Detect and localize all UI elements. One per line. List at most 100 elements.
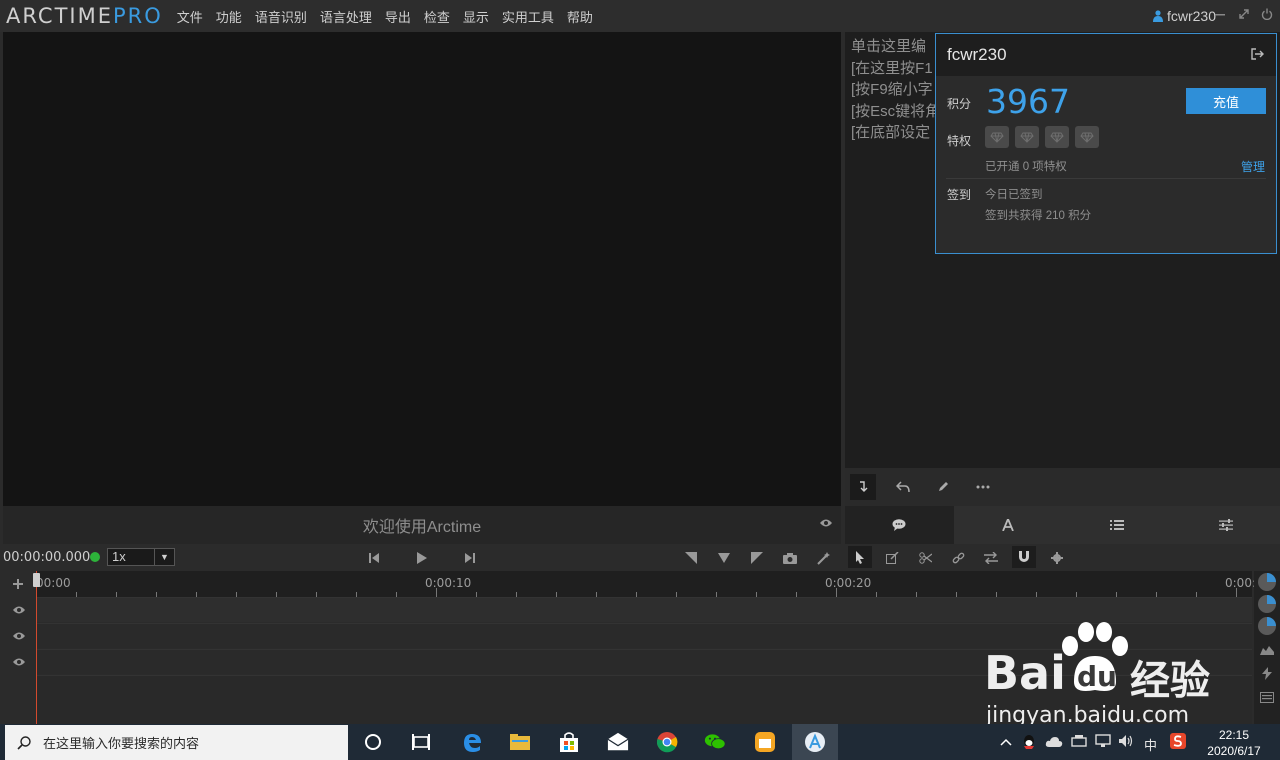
waveform-icon[interactable] [1260,643,1274,655]
menu-language-processing[interactable]: 语言处理 [320,7,372,26]
right-panel-tabs [845,506,1280,544]
previous-button[interactable] [365,549,383,567]
time-ruler[interactable]: 00:00 0:00:10 0:00:20 0:00: [36,571,1256,597]
mail-icon[interactable] [607,731,629,753]
menu-speech-recognition[interactable]: 语音识别 [255,7,307,26]
undo-icon [896,481,910,493]
chevron-up-icon[interactable] [1000,738,1012,746]
next-button[interactable] [461,549,479,567]
edge-icon[interactable] [461,731,483,753]
welcome-text: 欢迎使用Arctime [362,519,482,536]
mark-in-button[interactable] [682,549,700,567]
cut-tool-button[interactable] [916,549,934,567]
tab-subtitles[interactable] [845,506,954,544]
eye-icon[interactable] [12,605,26,615]
minimize-icon[interactable] [1214,8,1226,23]
wechat-icon[interactable] [704,731,726,753]
system-clock[interactable]: 22:15 2020/6/17 [1204,727,1264,759]
eye-icon[interactable] [12,631,26,641]
panel-icon[interactable] [1260,692,1274,703]
app-orange-icon[interactable] [754,731,776,753]
more-button[interactable] [970,474,996,500]
device-icon[interactable] [1071,734,1087,748]
menu-tools[interactable]: 实用工具 [502,7,554,26]
dial-icon[interactable] [1258,595,1276,613]
skip-back-icon [369,553,379,563]
qq-icon[interactable] [1022,734,1036,750]
taskbar-arctime-active[interactable] [792,724,838,760]
snap-button[interactable] [1012,546,1036,568]
menu-display[interactable]: 显示 [463,7,489,26]
file-explorer-icon[interactable] [509,731,531,753]
ruler-label: 00:00 [36,576,71,590]
track-row[interactable] [36,597,1252,622]
points-label: 积分 [947,97,972,111]
menu-check[interactable]: 检查 [424,7,450,26]
eye-icon[interactable] [12,657,26,667]
dial-icon[interactable] [1258,573,1276,591]
magnet-icon [1019,551,1029,562]
undo-button[interactable] [890,474,916,500]
eye-icon[interactable] [819,518,833,528]
user-account-button[interactable]: fcwr230 [1152,8,1216,24]
maximize-icon[interactable] [1238,8,1250,23]
cortana-icon[interactable] [362,731,384,753]
sliders-icon [1218,519,1233,531]
marker-button[interactable] [715,549,733,567]
snapshot-button[interactable] [781,549,799,567]
video-preview[interactable] [3,32,841,506]
cloud-icon[interactable] [1045,736,1063,748]
arctime-icon [805,732,825,752]
taskbar-search[interactable]: 在这里输入你要搜索的内容 [5,725,348,760]
logout-icon[interactable] [1251,48,1264,60]
import-icon [860,481,868,492]
power-icon[interactable] [1261,8,1273,23]
store-icon[interactable] [558,731,580,753]
speed-value: 1x [112,549,126,564]
task-view-icon[interactable] [410,731,432,753]
dial-icon[interactable] [1258,617,1276,635]
tab-settings[interactable] [1171,506,1280,544]
chevron-down-icon: ▼ [154,549,174,565]
settings-button[interactable] [1048,549,1066,567]
recharge-button[interactable]: 充值 [1186,88,1266,114]
select-tool-button[interactable] [848,546,872,568]
timeline-side-tools [1254,571,1280,724]
add-track-icon[interactable] [13,579,23,589]
volume-icon[interactable] [1118,734,1134,748]
chrome-icon[interactable] [656,731,678,753]
status-indicator [90,552,100,562]
play-button[interactable] [413,549,431,567]
manage-link[interactable]: 管理 [1241,158,1265,175]
playhead-handle[interactable] [33,573,40,587]
playhead[interactable] [36,571,37,724]
menu-export[interactable]: 导出 [385,7,411,26]
swap-tool-button[interactable] [982,549,1000,567]
logo-pro: PRO [112,4,163,28]
edit-button[interactable] [930,474,956,500]
tab-list[interactable] [1063,506,1172,544]
mark-out-button[interactable] [748,549,766,567]
tab-font-style[interactable] [954,506,1063,544]
main-menu: 文件 功能 语音识别 语言处理 导出 检查 显示 实用工具 帮助 [177,7,606,26]
playback-speed-select[interactable]: 1x ▼ [107,548,175,566]
privilege-status: 已开通 0 项特权 [985,161,1067,173]
ime-indicator[interactable]: 中 [1144,735,1157,754]
track-controls [4,571,34,724]
timecode: 00:00:00.000 [3,550,91,565]
edit-tool-button[interactable] [883,549,901,567]
popup-username: fcwr230 [947,45,1007,64]
lightning-icon[interactable] [1262,667,1272,680]
diamond-icon [1075,126,1099,148]
menu-file[interactable]: 文件 [177,7,203,26]
subtitle-line: [按F9缩小字 [851,81,933,98]
network-icon[interactable] [1095,734,1111,748]
mark-in-icon [685,552,697,564]
sogou-icon[interactable] [1170,733,1186,749]
import-button[interactable] [850,474,876,500]
menu-help[interactable]: 帮助 [567,7,593,26]
diamond-icon [985,126,1009,148]
link-tool-button[interactable] [949,549,967,567]
menu-function[interactable]: 功能 [216,7,242,26]
magic-wand-button[interactable] [814,549,832,567]
